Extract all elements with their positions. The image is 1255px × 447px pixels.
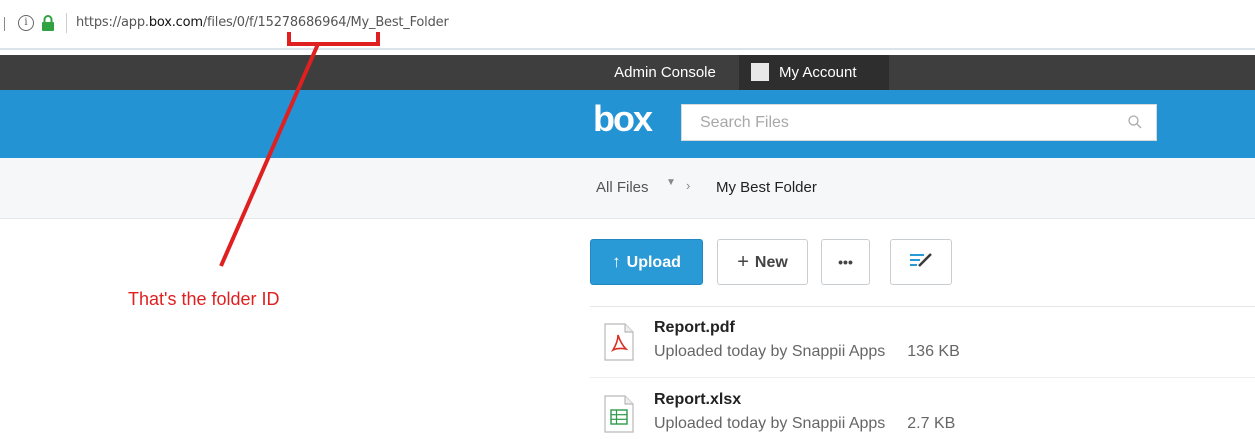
annotation-bracket [287,32,380,46]
annotation-overlay [219,32,380,267]
annotation-text: That's the folder ID [128,289,280,309]
annotation-arrow-line [219,43,320,267]
